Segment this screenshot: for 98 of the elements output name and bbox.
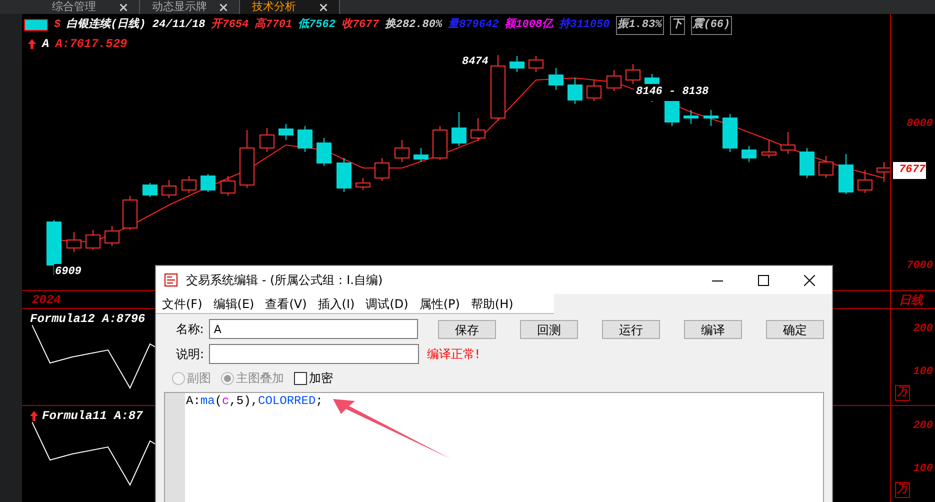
candlestick: [684, 110, 698, 124]
axis-label: 100: [913, 462, 933, 477]
quote-field: 低7562: [298, 17, 336, 34]
quote-field: 额1008亿: [504, 17, 554, 34]
candlestick: [374, 158, 390, 182]
candlestick: [240, 130, 254, 188]
candlestick: [626, 64, 640, 84]
candlestick: [742, 146, 756, 162]
axis-label: 200: [913, 419, 933, 434]
candlestick: [278, 124, 294, 140]
candlestick: [568, 78, 582, 104]
candlestick: [876, 162, 890, 182]
menu-item[interactable]: 调试(D): [366, 294, 408, 312]
candlestick: [298, 126, 312, 152]
candlestick: [182, 176, 196, 194]
candlestick: [162, 180, 176, 198]
candlestick: [394, 140, 410, 162]
maximize-icon[interactable]: [758, 274, 768, 286]
dialog-title: 交易系统编辑 - (所属公式组：I.自编): [186, 272, 384, 289]
quote-field: 高7701: [254, 17, 292, 34]
candlestick: [452, 112, 466, 146]
menu-item[interactable]: 编辑(E): [213, 294, 254, 312]
candlestick: [104, 226, 120, 246]
dialog-button[interactable]: 保存: [438, 320, 496, 338]
candlestick: [414, 148, 428, 162]
candlestick: [606, 70, 622, 92]
high-label: 8474: [462, 55, 488, 70]
close-icon[interactable]: [804, 274, 814, 286]
app-icon: [164, 273, 178, 287]
instrument-title: 白银连续(日线) 24/11/18: [66, 17, 206, 33]
panel-title: Formula12 A:8796: [30, 311, 146, 328]
dialog-button[interactable]: 编译: [684, 320, 742, 338]
unit-label: 万: [895, 385, 910, 401]
tab[interactable]: 技术分析: [240, 0, 340, 14]
candlestick: [762, 140, 776, 158]
quote-badge: 震(66): [690, 16, 732, 34]
dialog-button[interactable]: 确定: [766, 320, 824, 338]
tab[interactable]: 综合管理: [40, 0, 140, 14]
field-label: 名称:: [174, 321, 204, 338]
candlestick: [528, 56, 544, 72]
candlestick: [316, 138, 332, 166]
candlestick: [336, 158, 352, 192]
chart-type-icon[interactable]: [24, 19, 48, 32]
axis-label: 8000: [906, 117, 933, 132]
menu-item[interactable]: 帮助(H): [470, 294, 514, 312]
candlestick: [838, 154, 854, 194]
candlestick: [800, 148, 814, 178]
axis-label: 100: [913, 365, 933, 380]
candlestick: [510, 56, 524, 72]
candlestick: [548, 68, 564, 90]
period-label: 日线: [899, 293, 923, 307]
indicator-name: A: [42, 36, 50, 52]
symbol-mark: $: [54, 18, 61, 33]
dialog-button[interactable]: 回测: [520, 320, 578, 338]
code-line: A:ma(c,5),COLORRED;: [185, 393, 323, 408]
candlestick: [490, 54, 506, 122]
menu-item[interactable]: 属性(P): [419, 294, 460, 312]
candlestick: [260, 128, 274, 152]
indicator-value: A:7617.529: [55, 36, 128, 52]
field-label: 说明:: [174, 346, 204, 363]
panel-title: Formula11 A:87: [42, 408, 143, 425]
dialog-button[interactable]: 运行: [602, 320, 660, 338]
quote-field: 开7654: [211, 17, 249, 34]
unit-label: 万: [895, 482, 910, 498]
quote-badge: 下: [670, 16, 685, 34]
axis-label: 7000: [906, 259, 933, 274]
menu-item[interactable]: 查看(V): [265, 294, 307, 312]
price-tag: 7677: [893, 162, 926, 178]
axis-label: 200: [913, 322, 933, 337]
candlestick: [142, 182, 158, 198]
quote-field: 量879642: [448, 17, 499, 34]
candlestick: [66, 232, 82, 252]
candlestick: [356, 178, 370, 190]
menu-item[interactable]: 插入(I): [318, 294, 355, 312]
candlestick: [818, 156, 834, 178]
candlestick: [122, 196, 138, 230]
candlestick: [220, 176, 236, 196]
menu-item[interactable]: 文件(F): [162, 294, 202, 312]
year-label: 2024: [32, 293, 61, 307]
up-arrow-icon: [28, 38, 36, 48]
quote-field: 换282.80%: [384, 17, 442, 34]
candlestick: [780, 132, 796, 154]
name-input[interactable]: A: [208, 319, 418, 339]
candlestick: [470, 118, 486, 142]
candlestick: [704, 110, 718, 126]
quote-field: 持311050: [559, 17, 610, 34]
candlestick: [200, 174, 216, 192]
checkbox-option[interactable]: 加密: [294, 369, 333, 387]
description-input[interactable]: [209, 344, 419, 364]
quote-field: 收7677: [341, 17, 379, 34]
quote-badge: 振1.83%: [616, 16, 664, 34]
candlestick: [86, 230, 100, 250]
compile-status: 编译正常!: [427, 346, 480, 363]
candlestick: [722, 114, 738, 152]
candlestick: [432, 126, 448, 160]
candlestick: [586, 80, 602, 102]
candlestick: [858, 170, 872, 194]
range-label: 8146 - 8138: [634, 84, 711, 100]
